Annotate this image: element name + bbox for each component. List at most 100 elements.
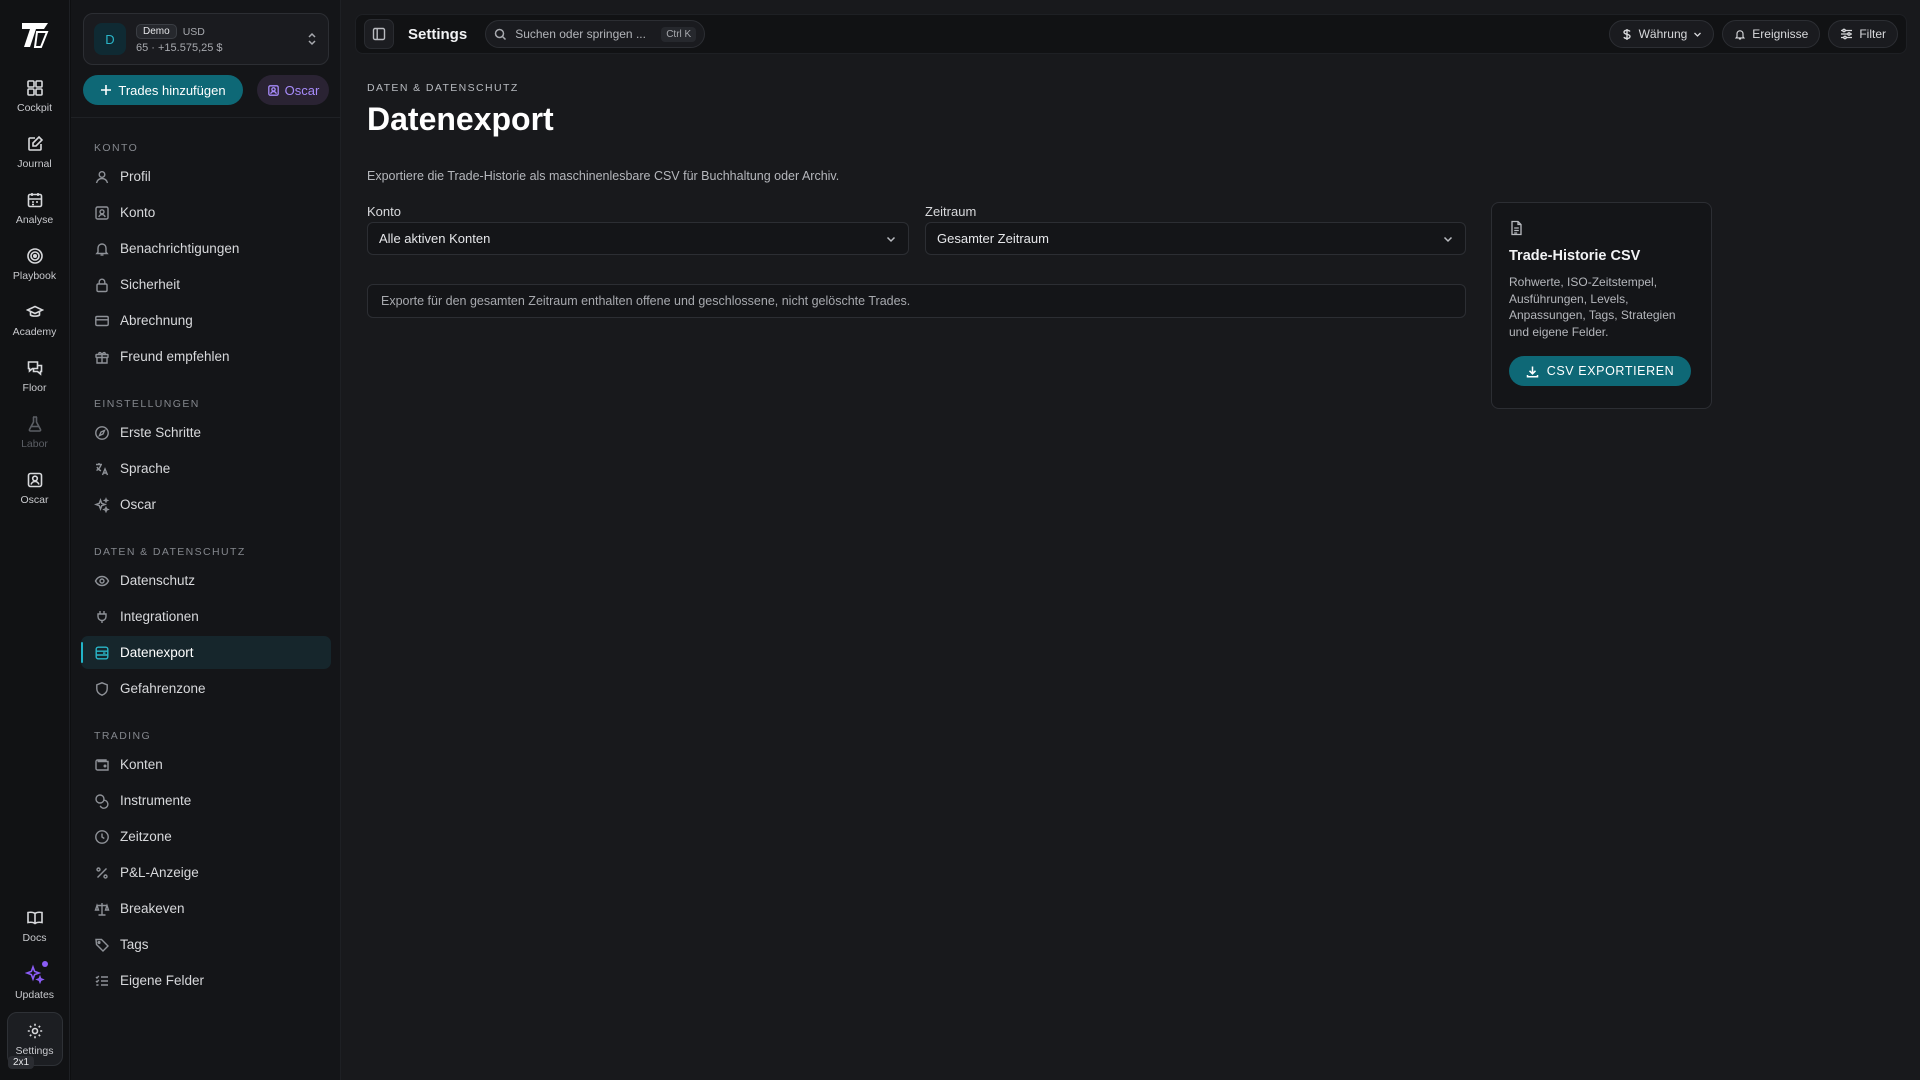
nav-item-instrumente[interactable]: Instrumente (81, 784, 331, 817)
csv-export-button[interactable]: CSV EXPORTIEREN (1509, 356, 1691, 386)
sparkle-icon (94, 496, 110, 513)
nav-item-label: P&L-Anzeige (120, 865, 199, 880)
rail-item-label: Oscar (20, 493, 49, 506)
nav-item-label: Datenexport (120, 645, 194, 660)
nav-item-profil[interactable]: Profil (81, 160, 331, 193)
lock-icon (94, 277, 110, 293)
nav-item-erste-schritte[interactable]: Erste Schritte (81, 416, 331, 449)
account-mode-badge: Demo (136, 24, 177, 39)
rail-item-label: Academy (12, 325, 57, 338)
nav-item-datenschutz[interactable]: Datenschutz (81, 564, 331, 597)
nav-item-eigene-felder[interactable]: Eigene Felder (81, 964, 331, 997)
account-select[interactable]: Alle aktiven Konten (367, 222, 909, 255)
nav-item-label: Breakeven (120, 901, 185, 916)
credit-card-icon (94, 313, 110, 329)
oscar-button[interactable]: Oscar (257, 75, 329, 105)
nav-item-sprache[interactable]: Sprache (81, 452, 331, 485)
nav-item-sicherheit[interactable]: Sicherheit (81, 268, 331, 301)
card-description: Rohwerte, ISO-Zeitstempel, Ausführungen,… (1509, 275, 1676, 339)
top-bar: Settings Suchen oder springen ... Ctrl K… (355, 14, 1907, 54)
updates-dot (41, 960, 48, 967)
rail-item-academy[interactable]: Academy (7, 294, 63, 346)
clock-icon (94, 829, 110, 845)
page-context-title: Settings (408, 25, 468, 43)
chat-icon (26, 359, 44, 377)
account-select-value: Alle aktiven Konten (379, 231, 491, 246)
nav-item-oscar[interactable]: Oscar (81, 488, 331, 521)
nav-item-label: Profil (120, 169, 151, 184)
rail-item-label: Cockpit (16, 101, 52, 114)
document-icon (1509, 220, 1694, 236)
filter-button[interactable]: Filter (1828, 20, 1898, 48)
nav-item-konto[interactable]: Konto (81, 196, 331, 229)
sidebar-panel-icon (372, 27, 386, 41)
oscar-label: Oscar (284, 82, 320, 98)
nav-heading-trading: TRADING (94, 730, 152, 742)
rail-item-label: Playbook (12, 269, 57, 282)
add-trades-button[interactable]: Trades hinzufügen (83, 75, 243, 105)
page-title: Datenexport (367, 101, 554, 137)
nav-item-datenexport[interactable]: Datenexport (81, 636, 331, 669)
search-input[interactable]: Suchen oder springen ... Ctrl K (485, 20, 706, 48)
rail-item-label: Updates (14, 988, 55, 1001)
nav-item-pl-anzeige[interactable]: P&L-Anzeige (81, 856, 331, 889)
nav-item-freund-empfehlen[interactable]: Freund empfehlen (81, 340, 331, 373)
wallet-icon (94, 757, 110, 773)
export-notice: Exporte für den gesamten Zeitraum enthal… (367, 284, 1466, 318)
app-logo[interactable] (18, 18, 52, 52)
export-notice-text: Exporte für den gesamten Zeitraum enthal… (381, 294, 911, 308)
page-description: Exportiere die Trade-Historie als maschi… (367, 169, 840, 183)
card-title: Trade-Historie CSV (1509, 248, 1641, 264)
nav-item-abrechnung[interactable]: Abrechnung (81, 304, 331, 337)
nav-item-konten[interactable]: Konten (81, 748, 331, 781)
events-button[interactable]: Ereignisse (1722, 20, 1821, 48)
dollar-icon (1621, 28, 1633, 41)
rail-item-oscar[interactable]: Oscar (7, 462, 63, 514)
user-icon (94, 169, 110, 185)
csv-export-card: Trade-Historie CSV Rohwerte, ISO-Zeitste… (1491, 202, 1712, 409)
rail-item-updates[interactable]: Updates (7, 956, 63, 1008)
add-trades-label: Trades hinzufügen (118, 82, 226, 98)
nav-heading-daten: DATEN & DATENSCHUTZ (94, 546, 246, 558)
edit-note-icon (26, 135, 44, 153)
currency-button[interactable]: Währung (1608, 20, 1715, 48)
account-switcher[interactable]: D Demo USD 65 · +15.575,25 $ (83, 13, 329, 65)
nav-item-tags[interactable]: Tags (81, 928, 331, 961)
nav-heading-einstellungen: EINSTELLUNGEN (94, 398, 200, 410)
rail-item-labor[interactable]: Labor (7, 406, 63, 458)
nav-item-label: Benachrichtigungen (120, 241, 240, 256)
bell-icon (94, 241, 110, 257)
book-icon (26, 909, 44, 927)
shield-icon (94, 681, 110, 697)
rail-item-label: Floor (22, 381, 47, 394)
account-currency: USD (182, 25, 205, 38)
breadcrumb: DATEN & DATENSCHUTZ (367, 82, 519, 94)
rail-item-playbook[interactable]: Playbook (7, 238, 63, 290)
period-field-label: Zeitraum (925, 204, 977, 219)
settings-nav: KONTO Profil Konto Benachrichtigungen Si… (81, 130, 331, 1000)
plug-icon (94, 609, 110, 625)
chevron-down-icon (885, 233, 897, 245)
nav-item-breakeven[interactable]: Breakeven (81, 892, 331, 925)
nav-item-benachrichtigungen[interactable]: Benachrichtigungen (81, 232, 331, 265)
account-summary: 65 · +15.575,25 $ (136, 42, 223, 54)
nav-item-zeitzone[interactable]: Zeitzone (81, 820, 331, 853)
nav-item-integrationen[interactable]: Integrationen (81, 600, 331, 633)
rail-item-analyse[interactable]: Analyse (7, 182, 63, 234)
nav-item-gefahrenzone[interactable]: Gefahrenzone (81, 672, 331, 705)
plus-icon (100, 84, 112, 96)
rail-item-cockpit[interactable]: Cockpit (7, 70, 63, 122)
chevron-down-icon (1693, 30, 1702, 39)
database-icon (94, 645, 110, 661)
rail-item-docs[interactable]: Docs (7, 900, 63, 952)
nav-item-label: Gefahrenzone (120, 681, 206, 696)
sidebar-toggle-button[interactable] (364, 19, 394, 49)
contact-icon (267, 84, 280, 97)
rail-item-journal[interactable]: Journal (7, 126, 63, 178)
rail-item-label: Journal (17, 157, 52, 170)
nav-item-label: Instrumente (120, 793, 192, 808)
period-select[interactable]: Gesamter Zeitraum (925, 222, 1466, 255)
zoom-badge: 2x1 (8, 1056, 35, 1069)
eye-icon (94, 573, 110, 589)
rail-item-floor[interactable]: Floor (7, 350, 63, 402)
